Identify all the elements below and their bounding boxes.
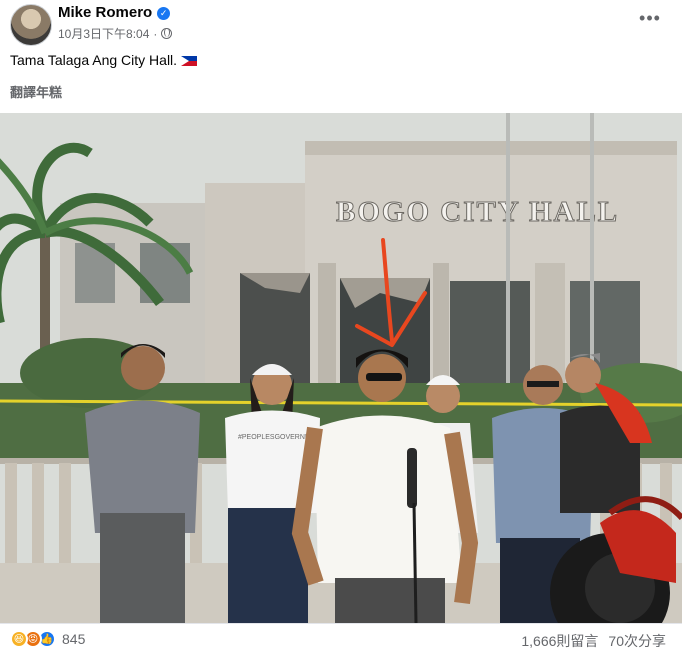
photo-illustration: BOGO CITY HALL #PEOPLESGOVERNM xyxy=(0,113,682,623)
author-avatar[interactable] xyxy=(10,4,52,46)
globe-icon[interactable] xyxy=(161,28,173,39)
reaction-count[interactable]: 845 xyxy=(62,631,85,647)
post-meta: 10月3日下午8:04 · xyxy=(58,25,173,42)
post-footer: 😆 😡 👍 845 1,666則留言 70次分享 xyxy=(0,623,682,655)
author-name-row: Mike Romero ✓ xyxy=(58,4,171,21)
more-icon[interactable]: ••• xyxy=(636,6,664,34)
shirt-text: #PEOPLESGOVERNM xyxy=(238,434,311,441)
flag-icon xyxy=(181,56,198,66)
reactions-summary[interactable]: 😆 😡 👍 845 xyxy=(10,630,85,648)
post-stats: 1,666則留言 70次分享 xyxy=(521,631,666,651)
post-timestamp[interactable]: 10月3日下午8:04 xyxy=(58,25,149,42)
city-hall-sign: BOGO CITY HALL xyxy=(336,196,619,228)
comment-count[interactable]: 1,666則留言 xyxy=(521,631,598,651)
verified-icon: ✓ xyxy=(157,7,171,20)
haha-icon: 😆 xyxy=(10,630,28,648)
caption-text: Tama Talaga Ang City Hall. xyxy=(10,52,178,68)
post-caption: Tama Talaga Ang City Hall. xyxy=(10,52,198,68)
share-count[interactable]: 70次分享 xyxy=(608,631,666,651)
author-name[interactable]: Mike Romero xyxy=(58,4,152,21)
facebook-post: Mike Romero ✓ 10月3日下午8:04 · ••• Tama Tala… xyxy=(0,0,682,655)
post-photo[interactable]: BOGO CITY HALL #PEOPLESGOVERNM xyxy=(0,113,682,623)
translate-link[interactable]: 翻譯年糕 xyxy=(10,82,62,101)
